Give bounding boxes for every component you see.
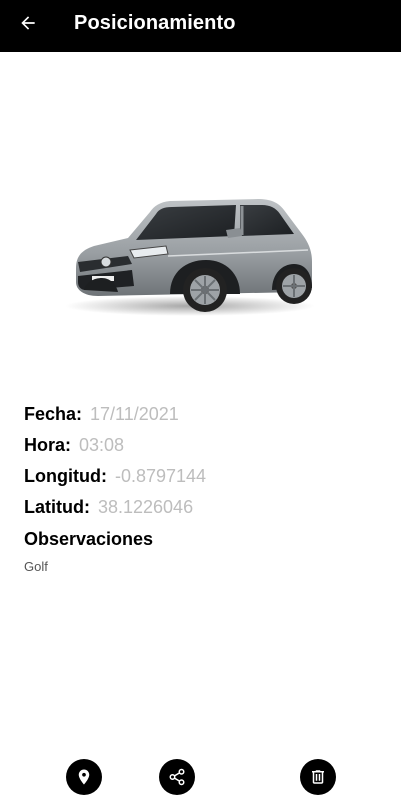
- longitude-row: Longitud: -0.8797144: [24, 466, 384, 497]
- share-icon: [169, 768, 185, 786]
- share-button[interactable]: [159, 759, 195, 795]
- back-button[interactable]: [14, 9, 42, 37]
- delete-button[interactable]: [300, 759, 336, 795]
- trash-icon: [312, 770, 324, 784]
- observations-value: Golf: [24, 559, 48, 574]
- longitude-label: Longitud:: [24, 466, 107, 486]
- time-label: Hora:: [24, 435, 72, 455]
- page-title: Posicionamiento: [74, 12, 236, 34]
- observations-label: Observaciones: [24, 529, 154, 549]
- time-row: Hora: 03:08: [24, 435, 384, 466]
- app-bar: Posicionamiento: [0, 0, 401, 52]
- car-image: [58, 190, 318, 320]
- longitude-value: -0.8797144: [114, 466, 207, 486]
- date-value: 17/11/2021: [90, 404, 179, 424]
- arrow-back-icon: [21, 16, 35, 30]
- date-label: Fecha:: [24, 404, 83, 424]
- latitude-value: 38.1226046: [97, 497, 194, 517]
- time-value: 03:08: [79, 435, 125, 455]
- latitude-label: Latitud:: [24, 497, 90, 517]
- position-details: Fecha: 17/11/2021 Hora: 03:08 Longitud: …: [24, 404, 384, 574]
- location-button[interactable]: [66, 759, 102, 795]
- latitude-row: Latitud: 38.1226046: [24, 497, 384, 528]
- date-row: Fecha: 17/11/2021: [24, 404, 384, 435]
- location-pin-icon: [78, 769, 90, 785]
